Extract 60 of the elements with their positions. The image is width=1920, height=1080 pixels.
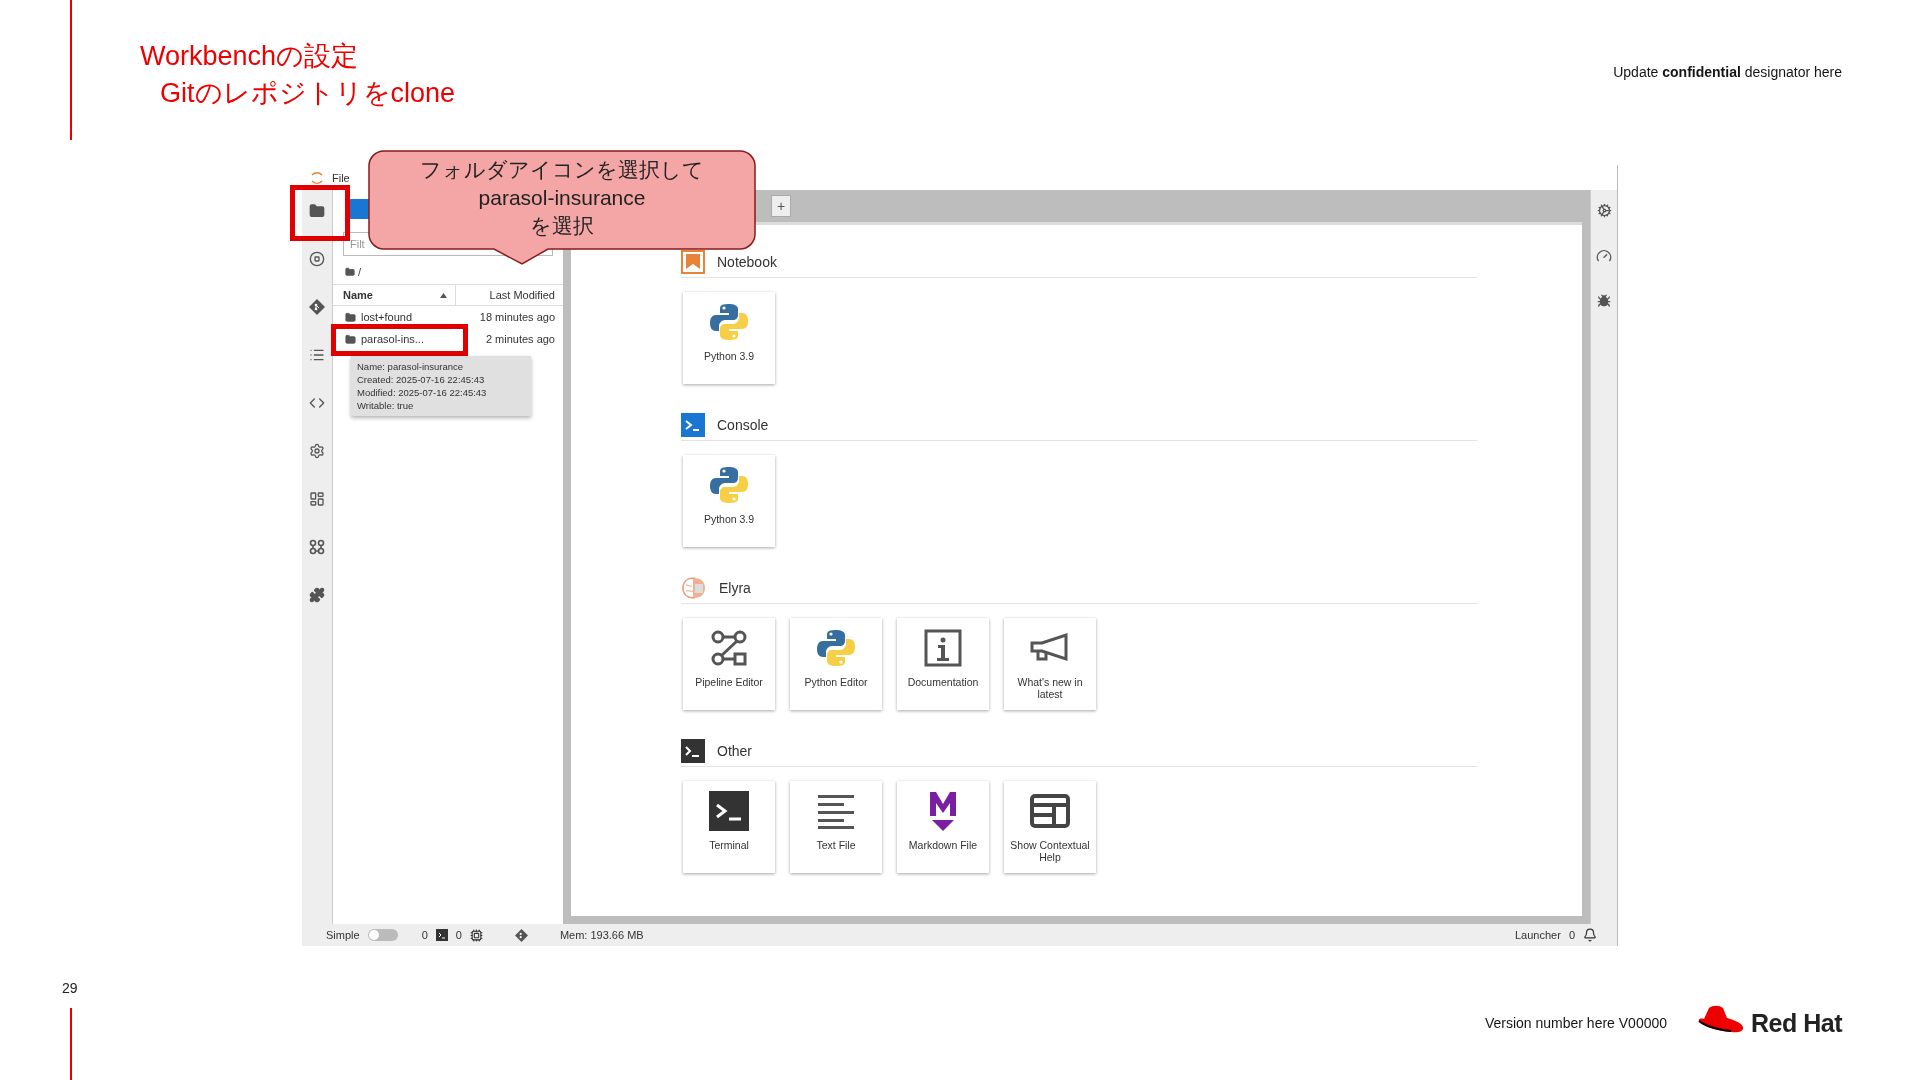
python-icon <box>816 628 856 668</box>
launcher-label: Launcher <box>1515 929 1561 941</box>
python-icon <box>709 465 749 505</box>
file-row[interactable]: parasol-ins... 2 minutes ago <box>333 328 563 350</box>
terminal-icon <box>709 791 749 831</box>
modified-time: 18 minutes ago <box>479 311 555 323</box>
file-name: lost+found <box>361 311 414 323</box>
section-title: Console <box>717 417 769 433</box>
bug-icon[interactable] <box>1597 294 1611 308</box>
info-icon <box>924 629 962 667</box>
pipeline-icon <box>710 629 748 667</box>
launcher-card[interactable]: Terminal <box>683 781 775 873</box>
launcher-card[interactable]: Documentation <box>897 618 989 710</box>
slide-title: Workbenchの設定 Gitのレポジトリをclone <box>140 40 456 110</box>
panel-icon <box>1030 794 1070 828</box>
terminal-icon <box>681 739 705 763</box>
sort-icon <box>440 292 447 298</box>
launcher-card[interactable]: Markdown File <box>897 781 989 873</box>
terminal-icon <box>435 929 448 941</box>
section-title: Other <box>717 743 752 759</box>
mode-toggle[interactable] <box>367 929 398 941</box>
launcher-card[interactable]: Python 3.9 <box>683 455 775 547</box>
file-name: parasol-ins... <box>361 333 425 345</box>
app-logo-icon <box>310 170 324 185</box>
page-number: 29 <box>62 980 78 998</box>
folder-icon <box>345 311 356 323</box>
confidential-note: Update confidential designator here <box>1613 64 1842 80</box>
launcher-card[interactable]: Pipeline Editor <box>683 618 775 710</box>
version-text: Version number here V00000 <box>1484 1015 1668 1031</box>
file-row[interactable]: lost+found 18 minutes ago <box>333 306 563 328</box>
chip-icon <box>469 928 483 942</box>
logo-text: Red Hat <box>1751 1008 1842 1038</box>
launcher-card[interactable]: Text File <box>790 781 882 873</box>
folder-icon <box>345 267 355 277</box>
text-lines-icon <box>818 793 854 829</box>
kernel-count: 0 <box>421 929 428 941</box>
launcher-card[interactable]: Show Contextual Help <box>1004 781 1096 873</box>
python-icon <box>709 302 749 342</box>
launcher-card[interactable]: Python Editor <box>790 618 882 710</box>
section-title: Elyra <box>719 580 751 596</box>
bell-icon[interactable] <box>1583 928 1597 942</box>
terminal-count: 0 <box>455 929 462 941</box>
memory-usage: Mem: 193.66 MB <box>559 929 644 941</box>
notification-count: 0 <box>1568 929 1575 941</box>
console-icon <box>681 413 705 437</box>
column-header[interactable]: Last Modified <box>456 285 563 305</box>
gauge-icon[interactable] <box>1596 248 1612 264</box>
section-title: Notebook <box>717 254 777 270</box>
add-tab-button[interactable]: + <box>771 195 791 217</box>
modified-time: 2 minutes ago <box>485 333 555 345</box>
launcher-card[interactable]: What's new in latest <box>1004 618 1096 710</box>
git-icon[interactable] <box>514 928 528 942</box>
markdown-icon <box>928 790 958 832</box>
breadcrumb[interactable]: / <box>358 266 362 278</box>
launcher-card[interactable]: Python 3.9 <box>683 292 775 384</box>
column-header[interactable]: Name <box>333 285 456 305</box>
menu-item[interactable]: File <box>332 171 350 184</box>
mode-label: Simple <box>326 929 360 941</box>
folder-icon <box>345 333 356 345</box>
tooltip: Name: parasol-insurance Created: 2025-07-16 22:45:43 Modified: 2025-07-16 22:45:43 Writable: true <box>351 356 531 416</box>
